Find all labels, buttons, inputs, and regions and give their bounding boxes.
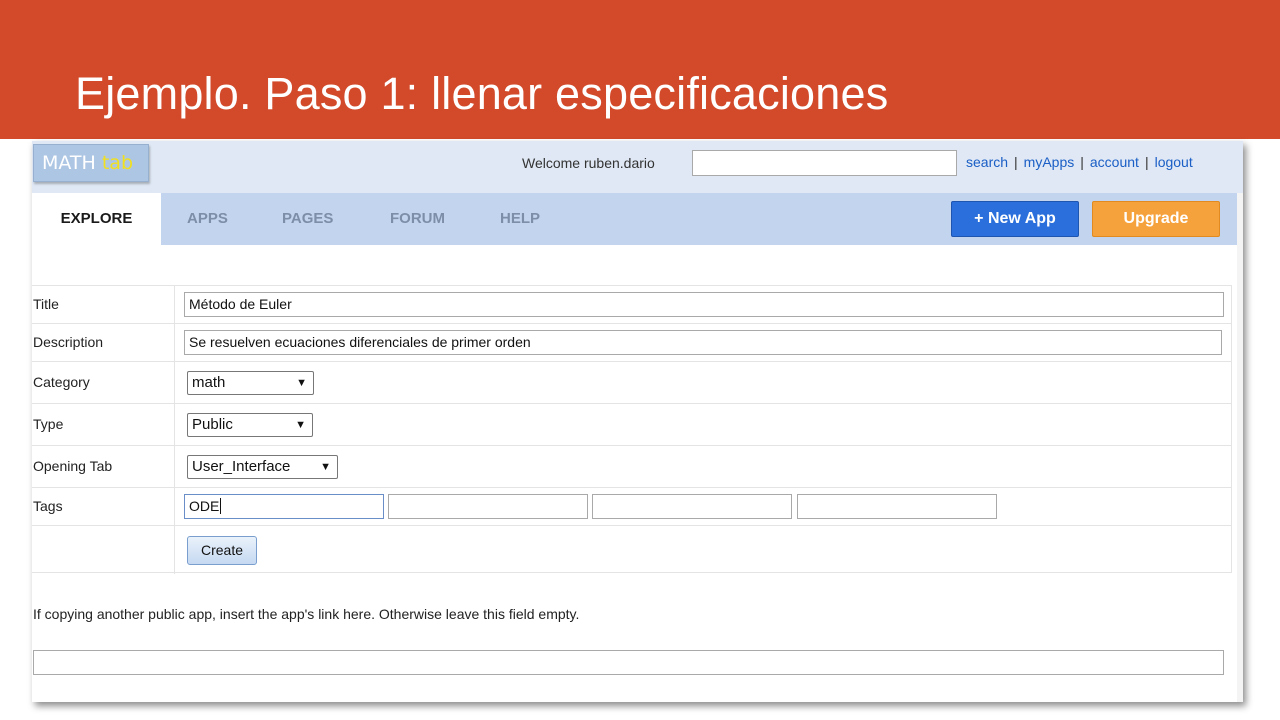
text-caret — [220, 498, 222, 514]
tab-help[interactable]: HELP — [500, 193, 540, 245]
form-row-opening-tab: Opening Tab User_Interface ▼ — [32, 446, 1232, 488]
tags-label: Tags — [33, 498, 63, 514]
logo-tab-text: tab — [101, 152, 134, 174]
copy-app-note: If copying another public app, insert th… — [33, 606, 580, 622]
app-screenshot: MATH tab Welcome ruben.dario search | myAp… — [32, 141, 1243, 702]
dropdown-arrow-icon: ▼ — [320, 461, 331, 473]
label-cell: Category — [32, 362, 175, 403]
copy-app-link-input[interactable] — [33, 650, 1224, 675]
account-link[interactable]: account — [1090, 154, 1139, 170]
label-cell: Type — [32, 404, 175, 445]
mathtab-logo[interactable]: MATH tab — [33, 144, 149, 182]
welcome-text: Welcome ruben.dario — [522, 155, 655, 171]
opening-tab-label: Opening Tab — [33, 458, 113, 474]
description-label: Description — [33, 334, 104, 350]
opening-tab-value: User_Interface — [192, 458, 291, 475]
search-input[interactable] — [692, 150, 957, 176]
title-input[interactable]: Método de Euler — [184, 292, 1224, 317]
top-links: search | myApps | account | logout — [966, 154, 1193, 170]
top-bar: MATH tab Welcome ruben.dario search | myAp… — [32, 141, 1243, 193]
form-row-category: Category math ▼ — [32, 362, 1232, 404]
label-cell: Description — [32, 324, 175, 361]
label-cell — [32, 526, 175, 574]
type-select[interactable]: Public ▼ — [187, 413, 313, 437]
tag-input-3[interactable] — [592, 494, 792, 519]
search-link[interactable]: search — [966, 154, 1008, 170]
app-spec-form: Title Método de Euler Description Se res… — [32, 285, 1232, 574]
dropdown-arrow-icon: ▼ — [295, 419, 306, 431]
tab-forum[interactable]: FORUM — [390, 193, 445, 245]
my-apps-link[interactable]: myApps — [1024, 154, 1075, 170]
new-app-button[interactable]: + New App — [951, 201, 1079, 237]
tab-apps[interactable]: APPS — [187, 193, 228, 245]
opening-tab-select[interactable]: User_Interface ▼ — [187, 455, 338, 479]
tag-value-1: ODE — [189, 498, 220, 514]
link-separator: | — [1014, 154, 1018, 170]
form-row-title: Title Método de Euler — [32, 286, 1232, 324]
label-cell: Tags — [32, 488, 175, 525]
tag-input-2[interactable] — [388, 494, 588, 519]
description-input[interactable]: Se resuelven ecuaciones diferenciales de… — [184, 330, 1222, 355]
slide-title: Ejemplo. Paso 1: llenar especificaciones — [75, 68, 889, 119]
category-value: math — [192, 374, 226, 391]
nav-bar: EXPLORE APPS PAGES FORUM HELP + New App … — [32, 193, 1243, 245]
logout-link[interactable]: logout — [1155, 154, 1193, 170]
logo-math-text: MATH — [42, 152, 96, 174]
form-row-tags: Tags ODE — [32, 488, 1232, 526]
form-row-submit: Create — [32, 526, 1232, 574]
type-label: Type — [33, 416, 64, 432]
scrollbar[interactable] — [1237, 193, 1243, 702]
tag-input-1[interactable]: ODE — [184, 494, 384, 519]
type-value: Public — [192, 416, 233, 433]
tag-input-4[interactable] — [797, 494, 997, 519]
dropdown-arrow-icon: ▼ — [296, 377, 307, 389]
link-separator: | — [1080, 154, 1084, 170]
label-cell: Title — [32, 286, 175, 323]
label-cell: Opening Tab — [32, 446, 175, 487]
category-label: Category — [33, 374, 90, 390]
link-separator: | — [1144, 154, 1149, 170]
upgrade-button[interactable]: Upgrade — [1092, 201, 1220, 237]
tab-explore[interactable]: EXPLORE — [32, 193, 161, 245]
form-row-type: Type Public ▼ — [32, 404, 1232, 446]
form-row-description: Description Se resuelven ecuaciones dife… — [32, 324, 1232, 362]
category-select[interactable]: math ▼ — [187, 371, 314, 395]
create-button[interactable]: Create — [187, 536, 257, 565]
tab-pages[interactable]: PAGES — [282, 193, 333, 245]
title-label: Title — [33, 296, 59, 312]
